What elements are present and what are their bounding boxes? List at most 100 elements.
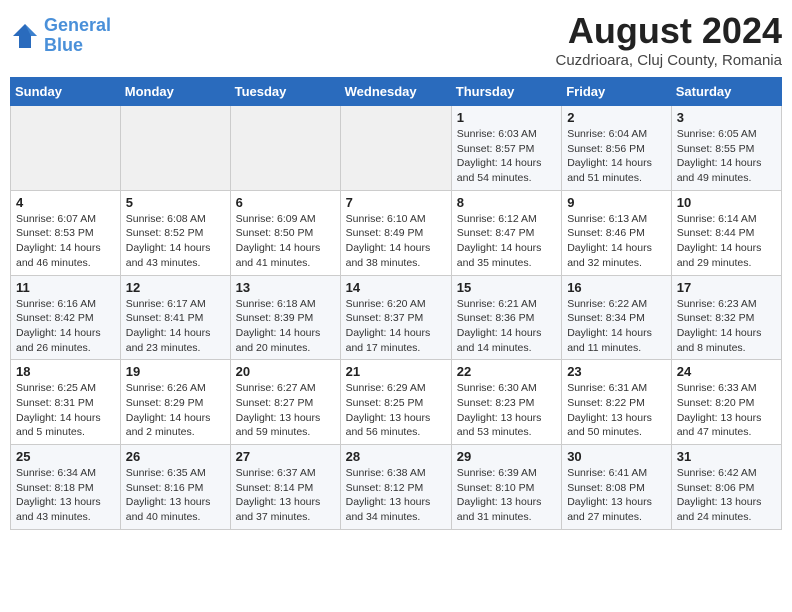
day-info: Sunrise: 6:21 AMSunset: 8:36 PMDaylight:… [457, 298, 542, 354]
day-info: Sunrise: 6:33 AMSunset: 8:20 PMDaylight:… [677, 382, 762, 438]
day-number: 10 [677, 195, 776, 210]
calendar-cell: 7Sunrise: 6:10 AMSunset: 8:49 PMDaylight… [340, 190, 451, 275]
day-info: Sunrise: 6:05 AMSunset: 8:55 PMDaylight:… [677, 128, 762, 184]
day-info: Sunrise: 6:08 AMSunset: 8:52 PMDaylight:… [126, 213, 211, 269]
day-info: Sunrise: 6:14 AMSunset: 8:44 PMDaylight:… [677, 213, 762, 269]
calendar-cell: 8 Sunrise: 6:12 AMSunset: 8:47 PMDaylight… [451, 190, 561, 275]
day-number: 22 [457, 364, 556, 379]
day-number: 26 [126, 449, 225, 464]
weekday-header-friday: Friday [562, 78, 672, 106]
day-info: Sunrise: 6:23 AMSunset: 8:32 PMDaylight:… [677, 298, 762, 354]
day-number: 5 [126, 195, 225, 210]
weekday-header-saturday: Saturday [671, 78, 781, 106]
week-row-3: 11 Sunrise: 6:16 AMSunset: 8:42 PMDayligh… [11, 275, 782, 360]
calendar-cell: 28 Sunrise: 6:38 AMSunset: 8:12 PMDayligh… [340, 445, 451, 530]
calendar-cell: 6 Sunrise: 6:09 AMSunset: 8:50 PMDaylight… [230, 190, 340, 275]
day-number: 4 [16, 195, 115, 210]
calendar-cell: 18Sunrise: 6:25 AMSunset: 8:31 PMDayligh… [11, 360, 121, 445]
day-number: 27 [236, 449, 335, 464]
calendar-cell [340, 106, 451, 191]
calendar-cell [120, 106, 230, 191]
day-info: Sunrise: 6:13 AMSunset: 8:46 PMDaylight:… [567, 213, 652, 269]
weekday-header-thursday: Thursday [451, 78, 561, 106]
header: General Blue August 2024 Cuzdrioara, Clu… [10, 10, 782, 69]
day-number: 3 [677, 110, 776, 125]
day-number: 2 [567, 110, 666, 125]
day-number: 7 [346, 195, 446, 210]
day-info: Sunrise: 6:03 AMSunset: 8:57 PMDaylight:… [457, 128, 542, 184]
day-number: 19 [126, 364, 225, 379]
day-number: 8 [457, 195, 556, 210]
calendar-cell: 13 Sunrise: 6:18 AMSunset: 8:39 PMDayligh… [230, 275, 340, 360]
week-row-1: 1 Sunrise: 6:03 AMSunset: 8:57 PMDaylight… [11, 106, 782, 191]
calendar-cell: 19 Sunrise: 6:26 AMSunset: 8:29 PMDayligh… [120, 360, 230, 445]
day-info: Sunrise: 6:12 AMSunset: 8:47 PMDaylight:… [457, 213, 542, 269]
calendar-cell: 29 Sunrise: 6:39 AMSunset: 8:10 PMDayligh… [451, 445, 561, 530]
calendar-cell: 20Sunrise: 6:27 AMSunset: 8:27 PMDayligh… [230, 360, 340, 445]
weekday-header-wednesday: Wednesday [340, 78, 451, 106]
month-year: August 2024 [556, 10, 783, 52]
calendar-cell: 26 Sunrise: 6:35 AMSunset: 8:16 PMDayligh… [120, 445, 230, 530]
day-number: 29 [457, 449, 556, 464]
day-number: 31 [677, 449, 776, 464]
day-info: Sunrise: 6:30 AMSunset: 8:23 PMDaylight:… [457, 382, 542, 438]
logo-text: General Blue [44, 16, 111, 56]
calendar-cell: 23 Sunrise: 6:31 AMSunset: 8:22 PMDayligh… [562, 360, 672, 445]
day-info: Sunrise: 6:26 AMSunset: 8:29 PMDaylight:… [126, 382, 211, 438]
week-row-2: 4 Sunrise: 6:07 AMSunset: 8:53 PMDaylight… [11, 190, 782, 275]
calendar-cell: 24Sunrise: 6:33 AMSunset: 8:20 PMDayligh… [671, 360, 781, 445]
calendar-cell: 10 Sunrise: 6:14 AMSunset: 8:44 PMDayligh… [671, 190, 781, 275]
day-info: Sunrise: 6:38 AMSunset: 8:12 PMDaylight:… [346, 467, 431, 523]
calendar-cell: 4 Sunrise: 6:07 AMSunset: 8:53 PMDaylight… [11, 190, 121, 275]
day-number: 15 [457, 280, 556, 295]
calendar-cell: 27 Sunrise: 6:37 AMSunset: 8:14 PMDayligh… [230, 445, 340, 530]
day-number: 20 [236, 364, 335, 379]
day-info: Sunrise: 6:42 AMSunset: 8:06 PMDaylight:… [677, 467, 762, 523]
logo-icon [10, 21, 40, 51]
weekday-header-row: SundayMondayTuesdayWednesdayThursdayFrid… [11, 78, 782, 106]
day-number: 16 [567, 280, 666, 295]
calendar-cell: 17 Sunrise: 6:23 AMSunset: 8:32 PMDayligh… [671, 275, 781, 360]
day-info: Sunrise: 6:37 AMSunset: 8:14 PMDaylight:… [236, 467, 321, 523]
calendar-cell: 11 Sunrise: 6:16 AMSunset: 8:42 PMDayligh… [11, 275, 121, 360]
day-info: Sunrise: 6:09 AMSunset: 8:50 PMDaylight:… [236, 213, 321, 269]
day-info: Sunrise: 6:34 AMSunset: 8:18 PMDaylight:… [16, 467, 101, 523]
calendar-cell: 2 Sunrise: 6:04 AMSunset: 8:56 PMDaylight… [562, 106, 672, 191]
weekday-header-sunday: Sunday [11, 78, 121, 106]
day-info: Sunrise: 6:16 AMSunset: 8:42 PMDaylight:… [16, 298, 101, 354]
day-number: 1 [457, 110, 556, 125]
day-info: Sunrise: 6:31 AMSunset: 8:22 PMDaylight:… [567, 382, 652, 438]
day-info: Sunrise: 6:25 AMSunset: 8:31 PMDaylight:… [16, 382, 101, 438]
calendar-cell: 1 Sunrise: 6:03 AMSunset: 8:57 PMDaylight… [451, 106, 561, 191]
day-info: Sunrise: 6:18 AMSunset: 8:39 PMDaylight:… [236, 298, 321, 354]
day-number: 13 [236, 280, 335, 295]
day-number: 17 [677, 280, 776, 295]
weekday-header-tuesday: Tuesday [230, 78, 340, 106]
logo: General Blue [10, 16, 111, 56]
day-number: 14 [346, 280, 446, 295]
day-number: 11 [16, 280, 115, 295]
day-number: 28 [346, 449, 446, 464]
day-info: Sunrise: 6:07 AMSunset: 8:53 PMDaylight:… [16, 213, 101, 269]
day-info: Sunrise: 6:39 AMSunset: 8:10 PMDaylight:… [457, 467, 542, 523]
calendar-cell: 16Sunrise: 6:22 AMSunset: 8:34 PMDayligh… [562, 275, 672, 360]
day-number: 23 [567, 364, 666, 379]
calendar-cell: 22 Sunrise: 6:30 AMSunset: 8:23 PMDayligh… [451, 360, 561, 445]
calendar-cell: 12 Sunrise: 6:17 AMSunset: 8:41 PMDayligh… [120, 275, 230, 360]
calendar-cell: 31 Sunrise: 6:42 AMSunset: 8:06 PMDayligh… [671, 445, 781, 530]
day-info: Sunrise: 6:35 AMSunset: 8:16 PMDaylight:… [126, 467, 211, 523]
calendar-cell [11, 106, 121, 191]
day-info: Sunrise: 6:29 AMSunset: 8:25 PMDaylight:… [346, 382, 431, 438]
day-info: Sunrise: 6:17 AMSunset: 8:41 PMDaylight:… [126, 298, 211, 354]
week-row-5: 25 Sunrise: 6:34 AMSunset: 8:18 PMDayligh… [11, 445, 782, 530]
day-number: 21 [346, 364, 446, 379]
day-number: 12 [126, 280, 225, 295]
day-number: 25 [16, 449, 115, 464]
day-number: 6 [236, 195, 335, 210]
calendar-cell: 9 Sunrise: 6:13 AMSunset: 8:46 PMDaylight… [562, 190, 672, 275]
day-info: Sunrise: 6:20 AMSunset: 8:37 PMDaylight:… [346, 298, 431, 354]
weekday-header-monday: Monday [120, 78, 230, 106]
day-number: 9 [567, 195, 666, 210]
day-info: Sunrise: 6:04 AMSunset: 8:56 PMDaylight:… [567, 128, 652, 184]
week-row-4: 18Sunrise: 6:25 AMSunset: 8:31 PMDayligh… [11, 360, 782, 445]
